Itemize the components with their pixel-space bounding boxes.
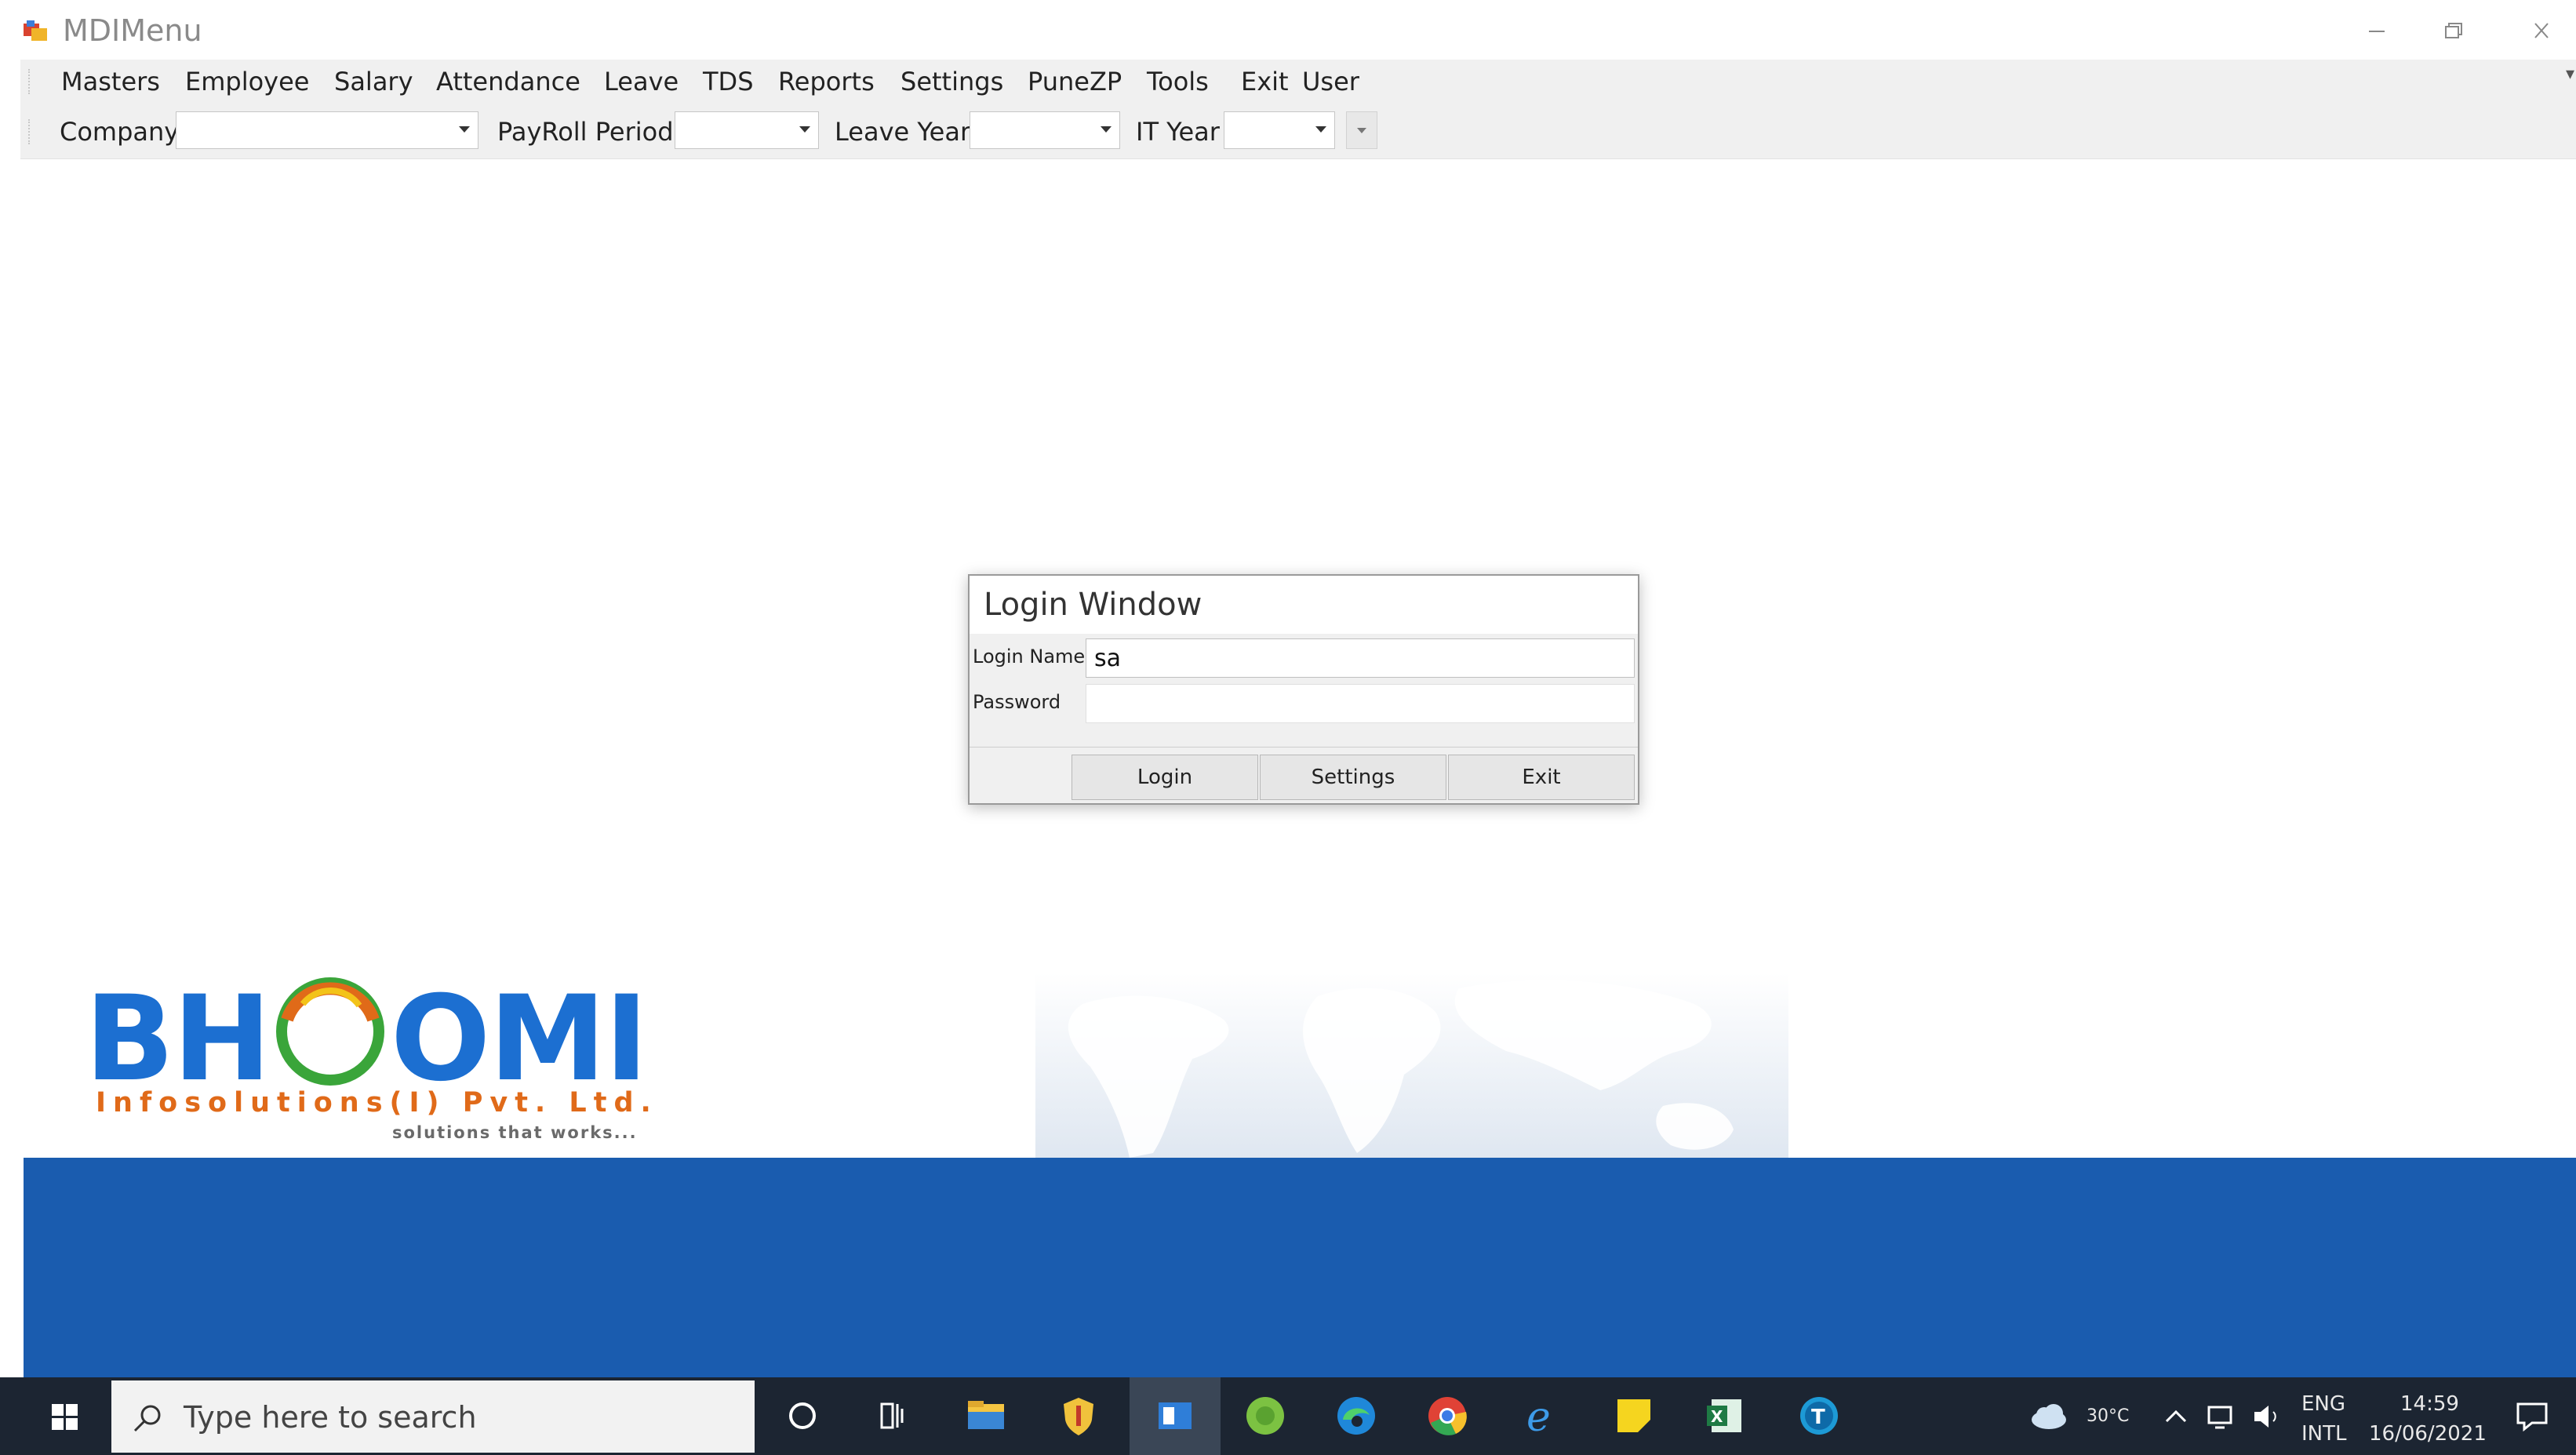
edge-icon[interactable] — [1333, 1393, 1379, 1439]
login-button[interactable]: Login — [1072, 755, 1258, 800]
active-app-icon[interactable] — [1152, 1393, 1198, 1439]
file-explorer-icon[interactable] — [963, 1393, 1009, 1439]
chevron-down-icon — [799, 126, 810, 133]
login-window: Login Window Login Name Password Login S… — [968, 574, 1639, 805]
green-ball-icon[interactable] — [1243, 1393, 1288, 1439]
leave-year-select[interactable] — [970, 111, 1120, 149]
search-placeholder: Type here to search — [184, 1400, 477, 1435]
company-select[interactable] — [176, 111, 478, 149]
logo-subtitle: Infosolutions(I) Pvt. Ltd. — [96, 1087, 658, 1119]
it-year-select[interactable] — [1224, 111, 1335, 149]
settings-button[interactable]: Settings — [1260, 755, 1446, 800]
network-icon[interactable] — [2204, 1401, 2239, 1432]
cortana-icon[interactable] — [780, 1393, 825, 1439]
taskbar-search-box[interactable]: Type here to search — [111, 1380, 755, 1453]
minimize-icon — [2369, 31, 2385, 32]
login-separator — [970, 747, 1638, 748]
language-bottom[interactable]: INTL — [2301, 1421, 2346, 1446]
menu-exit[interactable]: Exit — [1241, 64, 1289, 99]
bhoomi-logo: BH OMI Infosolutions(I) Pvt. Ltd. soluti… — [85, 973, 665, 1153]
volume-icon[interactable] — [2250, 1401, 2284, 1432]
password-label: Password — [973, 691, 1061, 713]
it-year-label: IT Year — [1136, 117, 1220, 147]
password-input[interactable] — [1086, 684, 1635, 723]
clock-time[interactable]: 14:59 — [2400, 1391, 2459, 1417]
login-window-title: Login Window — [984, 587, 1202, 623]
footer-band — [24, 1158, 2576, 1377]
toolbar-overflow-button[interactable] — [1346, 111, 1377, 149]
leave-year-label: Leave Year — [835, 117, 971, 147]
menu-bar: Masters Employee Salary Attendance Leave… — [20, 60, 2576, 104]
chevron-up-icon[interactable] — [2162, 1401, 2190, 1432]
menu-punezp[interactable]: PuneZP — [1028, 64, 1122, 99]
payroll-period-select[interactable] — [675, 111, 819, 149]
chevron-down-icon — [1101, 126, 1112, 133]
chevron-down-icon — [459, 126, 470, 133]
toolbar: Company PayRoll Period Leave Year IT Yea… — [20, 104, 2576, 159]
title-bar: MDIMenu — [0, 0, 2576, 60]
teamviewer-icon[interactable]: T — [1796, 1393, 1842, 1439]
close-button[interactable] — [2518, 14, 2565, 49]
chrome-icon[interactable] — [1424, 1393, 1470, 1439]
company-label: Company — [60, 117, 180, 147]
menu-user[interactable]: User — [1302, 64, 1359, 99]
weather-cloud-icon[interactable] — [2027, 1401, 2069, 1432]
restore-button[interactable] — [2429, 14, 2476, 49]
logo-tagline: solutions that works... — [392, 1123, 638, 1142]
svg-text:X: X — [1711, 1407, 1723, 1426]
internet-explorer-icon[interactable]: e — [1517, 1393, 1563, 1439]
menu-overflow-icon[interactable]: ▾ — [2566, 64, 2574, 84]
menu-reports[interactable]: Reports — [778, 64, 875, 99]
weather-temperature[interactable]: 30°C — [2087, 1404, 2129, 1429]
minimize-button[interactable] — [2353, 14, 2400, 49]
menu-tds[interactable]: TDS — [703, 64, 754, 99]
menu-tools[interactable]: Tools — [1147, 64, 1209, 99]
window-title: MDIMenu — [63, 13, 202, 48]
search-icon — [133, 1405, 161, 1432]
close-icon — [2534, 23, 2549, 38]
notification-icon[interactable] — [2513, 1401, 2551, 1432]
menu-grip[interactable] — [28, 69, 35, 94]
login-name-label: Login Name — [973, 646, 1086, 667]
shield-app-icon[interactable] — [1056, 1393, 1101, 1439]
windows-logo-icon — [52, 1404, 78, 1430]
taskbar: Type here to search e X T 30°C ENG INTL … — [0, 1377, 2576, 1455]
restore-icon — [2445, 23, 2462, 38]
menu-masters[interactable]: Masters — [61, 64, 160, 99]
logo-ring-icon — [275, 977, 384, 1086]
app-icon — [24, 20, 47, 41]
toolbar-grip[interactable] — [28, 119, 35, 144]
chevron-down-icon — [1357, 128, 1366, 133]
exit-button[interactable]: Exit — [1448, 755, 1635, 800]
login-window-caption: Login Window — [970, 576, 1638, 634]
menu-employee[interactable]: Employee — [185, 64, 309, 99]
language-top[interactable]: ENG — [2301, 1391, 2345, 1417]
menu-settings[interactable]: Settings — [901, 64, 1003, 99]
menu-salary[interactable]: Salary — [334, 64, 413, 99]
world-map-image — [1035, 973, 1788, 1158]
clock-date[interactable]: 16/06/2021 — [2369, 1421, 2487, 1446]
svg-text:T: T — [1811, 1406, 1825, 1429]
chevron-down-icon — [1315, 126, 1326, 133]
svg-text:e: e — [1526, 1394, 1551, 1439]
menu-attendance[interactable]: Attendance — [436, 64, 580, 99]
task-view-icon[interactable] — [869, 1393, 915, 1439]
logo-wordmark: BH OMI — [85, 973, 648, 1102]
login-name-input[interactable] — [1086, 638, 1635, 678]
excel-icon[interactable]: X — [1702, 1393, 1748, 1439]
payroll-period-label: PayRoll Period — [497, 117, 674, 147]
sticky-notes-icon[interactable] — [1611, 1393, 1657, 1439]
menu-leave[interactable]: Leave — [604, 64, 679, 99]
start-button[interactable] — [22, 1380, 108, 1453]
